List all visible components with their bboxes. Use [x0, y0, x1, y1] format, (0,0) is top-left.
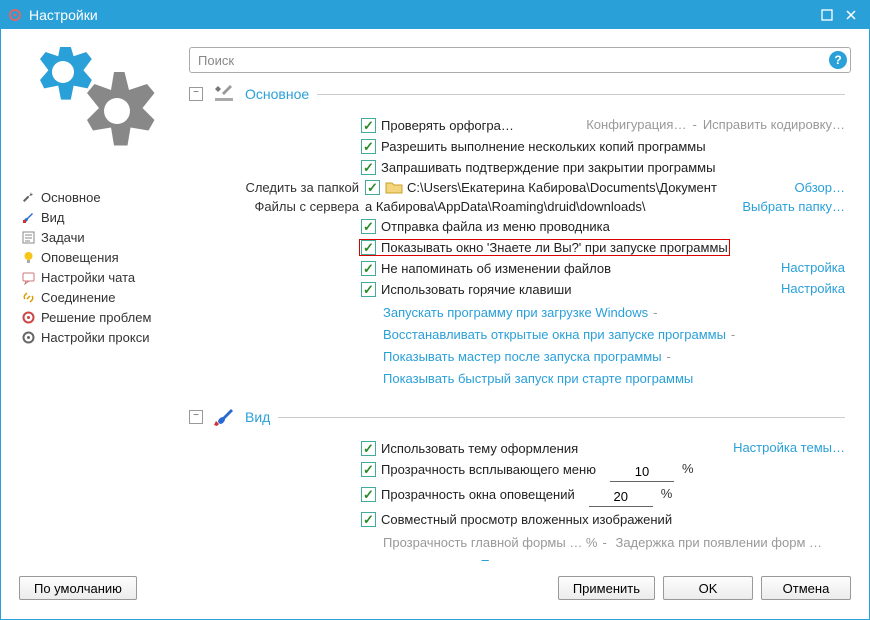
- brush-large-icon: [211, 406, 239, 428]
- collapse-button[interactable]: −: [189, 87, 203, 101]
- checkbox-popup-opacity[interactable]: [361, 462, 376, 477]
- gear-gray-icon: [19, 329, 37, 345]
- link-icon: [19, 289, 37, 305]
- task-icon: [19, 229, 37, 245]
- checkbox-hotkeys[interactable]: [361, 282, 376, 297]
- sidebar-label: Вид: [41, 210, 65, 225]
- server-files-label: Файлы с сервера: [189, 199, 365, 214]
- sidebar-list: Основное Вид Задачи Оповещения Настройки…: [19, 187, 189, 347]
- checkbox-theme[interactable]: [361, 441, 376, 456]
- sidebar-item-chat[interactable]: Настройки чата: [19, 267, 189, 287]
- sidebar-label: Решение проблем: [41, 310, 151, 325]
- view-extra-links: Прозрачность главной формы … %- Задержка…: [359, 530, 845, 561]
- sidebar-item-conn[interactable]: Соединение: [19, 287, 189, 307]
- folder-icon: [385, 180, 403, 194]
- sidebar-label: Соединение: [41, 290, 116, 305]
- link-config[interactable]: Конфигурация…: [586, 117, 686, 132]
- defaults-button[interactable]: По умолчанию: [19, 576, 137, 600]
- sidebar-item-troubleshoot[interactable]: Решение проблем: [19, 307, 189, 327]
- apply-button[interactable]: Применить: [558, 576, 655, 600]
- link-encoding[interactable]: Исправить кодировку…: [703, 117, 845, 132]
- settings-window: Настройки: [0, 0, 870, 620]
- help-button[interactable]: ?: [829, 51, 847, 69]
- section-title: Основное: [245, 86, 309, 102]
- wrench-icon: [19, 189, 37, 205]
- brush-icon: [19, 209, 37, 225]
- link-browse[interactable]: Обзор…: [794, 180, 845, 195]
- sidebar-label: Основное: [41, 190, 101, 205]
- link-main-opacity[interactable]: Прозрачность главной формы … %: [383, 535, 598, 550]
- chat-icon: [19, 269, 37, 285]
- link-restore-windows[interactable]: Восстанавливать открытые окна при запуск…: [383, 327, 726, 342]
- main-extra-links: Запускать программу при загрузке Windows…: [359, 300, 845, 390]
- checkbox-multi-copy[interactable]: [361, 139, 376, 154]
- checkbox-spellcheck[interactable]: [361, 118, 376, 133]
- checkbox-did-you-know[interactable]: [361, 240, 376, 255]
- sidebar-label: Оповещения: [41, 250, 119, 265]
- section-main: − Основное Проверять орфогра… Конфигурац…: [189, 83, 845, 390]
- link-quicklaunch[interactable]: Показывать быстрый запуск при старте про…: [383, 371, 693, 386]
- watch-path: C:\Users\Екатерина Кабирова\Documents\До…: [407, 180, 784, 195]
- search-input[interactable]: [189, 47, 851, 73]
- sidebar-item-tasks[interactable]: Задачи: [19, 227, 189, 247]
- gears-image: [19, 47, 189, 177]
- section-title: Вид: [245, 409, 270, 425]
- checkbox-watch-folder[interactable]: [365, 180, 380, 195]
- sidebar-label: Задачи: [41, 230, 85, 245]
- app-icon: [7, 7, 23, 23]
- sidebar-item-notify[interactable]: Оповещения: [19, 247, 189, 267]
- link-taskbar[interactable]: Показывать программу на панели задач: [480, 557, 723, 561]
- link-autostart[interactable]: Запускать программу при загрузке Windows: [383, 305, 648, 320]
- highlighted-setting: Показывать окно 'Знаете ли Вы?' при запу…: [359, 239, 730, 256]
- input-popup-opacity[interactable]: [610, 461, 674, 482]
- dialog-footer: По умолчанию Применить OK Отмена: [1, 571, 869, 619]
- minimize-button[interactable]: [815, 5, 839, 25]
- gear-red-icon: [19, 309, 37, 325]
- server-path: а Кабирова\AppData\Roaming\druid\downloa…: [365, 199, 732, 214]
- bulb-icon: [19, 249, 37, 265]
- checkbox-nested-img[interactable]: [361, 512, 376, 527]
- link-theme-tune[interactable]: Настройка темы…: [733, 440, 845, 455]
- sidebar-item-main[interactable]: Основное: [19, 187, 189, 207]
- input-notif-opacity[interactable]: [589, 486, 653, 507]
- tools-icon: [211, 83, 239, 105]
- cancel-button[interactable]: Отмена: [761, 576, 851, 600]
- checkbox-explorer-send[interactable]: [361, 219, 376, 234]
- sidebar-label: Настройки чата: [41, 270, 135, 285]
- ok-button[interactable]: OK: [663, 576, 753, 600]
- checkbox-no-remind[interactable]: [361, 261, 376, 276]
- sidebar-label: Настройки прокси: [41, 330, 149, 345]
- titlebar: Настройки: [1, 1, 869, 29]
- close-button[interactable]: [839, 5, 863, 25]
- sidebar-item-proxy[interactable]: Настройки прокси: [19, 327, 189, 347]
- settings-content[interactable]: − Основное Проверять орфогра… Конфигурац…: [189, 83, 851, 561]
- window-title: Настройки: [29, 7, 815, 23]
- link-wizard[interactable]: Показывать мастер после запуска программ…: [383, 349, 662, 364]
- collapse-button[interactable]: −: [189, 410, 203, 424]
- link-tune-hotkeys[interactable]: Настройка: [781, 281, 845, 296]
- checkbox-confirm-close[interactable]: [361, 160, 376, 175]
- watch-folder-label: Следить за папкой: [189, 180, 365, 195]
- link-tune-remind[interactable]: Настройка: [781, 260, 845, 275]
- sidebar-item-view[interactable]: Вид: [19, 207, 189, 227]
- link-choose-folder[interactable]: Выбрать папку…: [742, 199, 845, 214]
- checkbox-notif-opacity[interactable]: [361, 487, 376, 502]
- section-view: − Вид Использовать тему оформления Настр…: [189, 406, 845, 561]
